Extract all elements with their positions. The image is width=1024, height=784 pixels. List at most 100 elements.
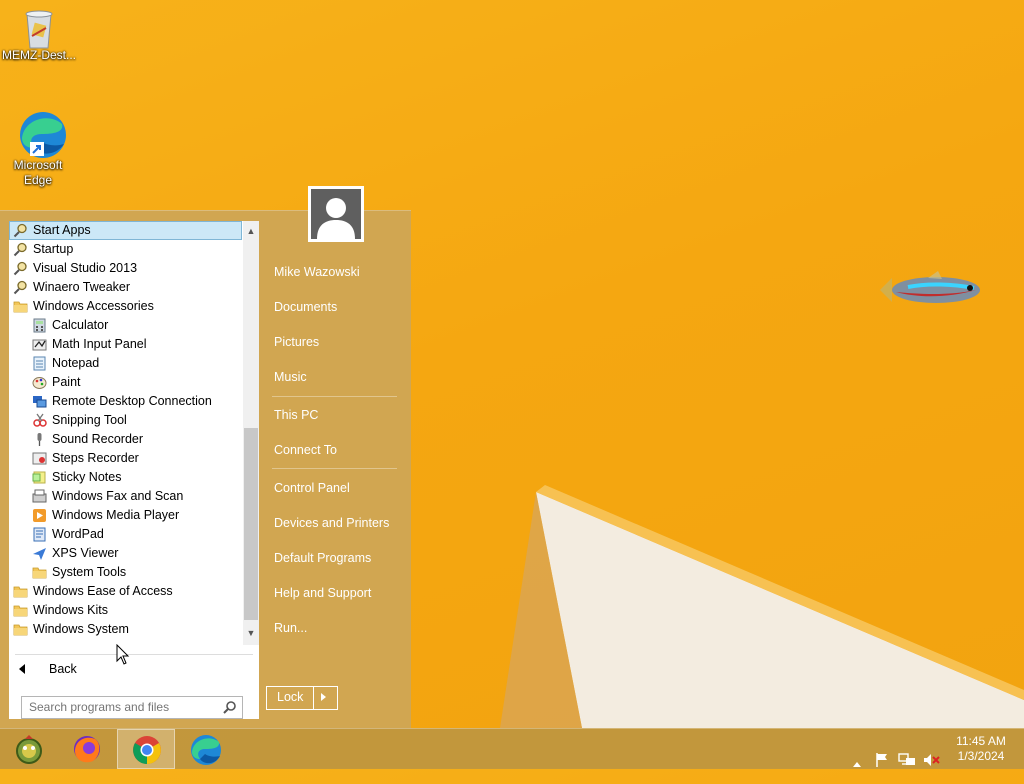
link-documents[interactable]: Documents bbox=[274, 300, 337, 314]
link-help-and-support[interactable]: Help and Support bbox=[274, 586, 371, 600]
desktop-icon-microsoft-edge[interactable]: Microsoft Edge bbox=[0, 110, 76, 188]
program-item-sticky-notes[interactable]: Sticky Notes bbox=[9, 468, 242, 487]
taskbar: 11:45 AM 1/3/2024 bbox=[0, 728, 1024, 769]
search-icon[interactable] bbox=[223, 700, 237, 714]
chrome-icon bbox=[133, 736, 161, 764]
firefox-icon bbox=[74, 736, 100, 763]
separator bbox=[313, 687, 314, 709]
search-box[interactable] bbox=[21, 696, 243, 719]
clock-date: 1/3/2024 bbox=[957, 749, 1005, 763]
program-item-windows-ease-of-access[interactable]: Windows Ease of Access bbox=[9, 582, 242, 601]
lock-button[interactable]: Lock bbox=[266, 686, 338, 710]
user-icon bbox=[317, 198, 355, 239]
start-menu: Start Apps Startup Visual Studio 2013 Winae… bbox=[0, 186, 411, 729]
program-item-xps-viewer[interactable]: XPS Viewer bbox=[9, 544, 242, 563]
start-button[interactable] bbox=[0, 729, 58, 769]
search-icon bbox=[13, 242, 27, 257]
program-item-label: Notepad bbox=[52, 356, 100, 370]
lock-label: Lock bbox=[277, 690, 304, 704]
taskbar-clock[interactable]: 11:45 AM 1/3/2024 bbox=[946, 734, 1016, 764]
taskbar-chrome[interactable] bbox=[117, 729, 175, 769]
back-button[interactable]: Back bbox=[9, 659, 259, 681]
program-item-paint[interactable]: Paint bbox=[9, 373, 242, 392]
taskbar-edge[interactable] bbox=[176, 729, 234, 769]
program-item-label: Start Apps bbox=[33, 223, 91, 237]
program-item-notepad[interactable]: Notepad bbox=[9, 354, 242, 373]
program-item-label: Windows Accessories bbox=[33, 299, 154, 313]
program-item-visual-studio-2013[interactable]: Visual Studio 2013 bbox=[9, 259, 242, 278]
program-item-label: Startup bbox=[33, 242, 74, 256]
back-arrow-icon bbox=[19, 664, 25, 674]
xps-viewer-icon bbox=[33, 548, 46, 560]
folder-icon bbox=[13, 586, 28, 598]
program-item-windows-accessories[interactable]: Windows Accessories bbox=[9, 297, 242, 316]
scroll-down-arrow-icon[interactable]: ▼ bbox=[243, 625, 259, 641]
action-center-flag-icon[interactable] bbox=[874, 740, 890, 780]
program-item-label: Windows Kits bbox=[33, 603, 109, 617]
volume-muted-icon[interactable] bbox=[922, 740, 940, 780]
program-item-remote-desktop-connection[interactable]: Remote Desktop Connection bbox=[9, 392, 242, 411]
search-icon bbox=[13, 223, 27, 238]
program-item-windows-fax-and-scan[interactable]: Windows Fax and Scan bbox=[9, 487, 242, 506]
user-name-link[interactable]: Mike Wazowski bbox=[274, 265, 360, 279]
sticky-notes-icon bbox=[32, 471, 46, 484]
desktop-icon-recycle-bin[interactable]: MEMZ-Dest... bbox=[1, 6, 77, 63]
separator bbox=[272, 468, 397, 469]
program-item-math-input-panel[interactable]: Math Input Panel bbox=[9, 335, 242, 354]
link-pictures[interactable]: Pictures bbox=[274, 335, 319, 349]
start-orb-icon bbox=[16, 735, 42, 764]
program-item-steps-recorder[interactable]: Steps Recorder bbox=[9, 449, 242, 468]
program-item-windows-system[interactable]: Windows System bbox=[9, 620, 242, 639]
program-item-wordpad[interactable]: WordPad bbox=[9, 525, 242, 544]
program-item-label: Steps Recorder bbox=[52, 451, 139, 465]
program-item-startup[interactable]: Startup bbox=[9, 240, 242, 259]
link-music[interactable]: Music bbox=[274, 370, 307, 384]
program-item-system-tools[interactable]: System Tools bbox=[9, 563, 242, 582]
program-item-start-apps[interactable]: Start Apps bbox=[9, 221, 242, 240]
math-input-icon bbox=[32, 339, 47, 351]
clock-time: 11:45 AM bbox=[956, 734, 1006, 748]
folder-icon bbox=[13, 624, 28, 636]
network-icon[interactable] bbox=[898, 740, 916, 780]
program-list-scrollbar[interactable]: ▲ ▼ bbox=[243, 221, 259, 645]
steps-recorder-icon bbox=[32, 452, 47, 465]
program-item-snipping-tool[interactable]: Snipping Tool bbox=[9, 411, 242, 430]
program-item-label: Math Input Panel bbox=[52, 337, 147, 351]
edge-icon bbox=[191, 735, 221, 765]
program-item-windows-kits[interactable]: Windows Kits bbox=[9, 601, 242, 620]
program-item-winaero-tweaker[interactable]: Winaero Tweaker bbox=[9, 278, 242, 297]
program-item-label: Sticky Notes bbox=[52, 470, 122, 484]
link-default-programs[interactable]: Default Programs bbox=[274, 551, 371, 565]
separator bbox=[272, 396, 397, 397]
recycle-bin-icon bbox=[19, 6, 59, 49]
search-icon bbox=[13, 280, 27, 295]
show-hidden-icons-chevron-icon[interactable] bbox=[852, 744, 862, 784]
user-avatar[interactable] bbox=[308, 186, 364, 242]
neon-tetra-fish-icon bbox=[880, 271, 980, 303]
program-item-label: Paint bbox=[52, 375, 81, 389]
link-control-panel[interactable]: Control Panel bbox=[274, 481, 350, 495]
program-item-label: Windows System bbox=[33, 622, 129, 636]
program-item-label: Windows Ease of Access bbox=[33, 584, 173, 598]
search-input[interactable] bbox=[22, 697, 219, 716]
separator bbox=[15, 654, 253, 655]
wordpad-icon bbox=[33, 527, 46, 542]
scroll-up-arrow-icon[interactable]: ▲ bbox=[243, 223, 259, 239]
link-devices-and-printers[interactable]: Devices and Printers bbox=[274, 516, 389, 530]
program-item-label: Winaero Tweaker bbox=[33, 280, 131, 294]
scrollbar-thumb[interactable] bbox=[244, 428, 258, 620]
program-item-label: Calculator bbox=[52, 318, 109, 332]
media-player-icon bbox=[33, 509, 46, 522]
program-item-label: Sound Recorder bbox=[52, 432, 144, 446]
fax-icon bbox=[32, 489, 47, 503]
back-label: Back bbox=[49, 662, 77, 676]
program-item-label: WordPad bbox=[52, 527, 104, 541]
link-run[interactable]: Run... bbox=[274, 621, 307, 635]
link-this-pc[interactable]: This PC bbox=[274, 408, 318, 422]
program-item-windows-media-player[interactable]: Windows Media Player bbox=[9, 506, 242, 525]
lock-options-arrow-icon[interactable] bbox=[321, 693, 326, 701]
program-item-sound-recorder[interactable]: Sound Recorder bbox=[9, 430, 242, 449]
link-connect-to[interactable]: Connect To bbox=[274, 443, 337, 457]
taskbar-firefox[interactable] bbox=[58, 729, 116, 769]
program-item-calculator[interactable]: Calculator bbox=[9, 316, 242, 335]
